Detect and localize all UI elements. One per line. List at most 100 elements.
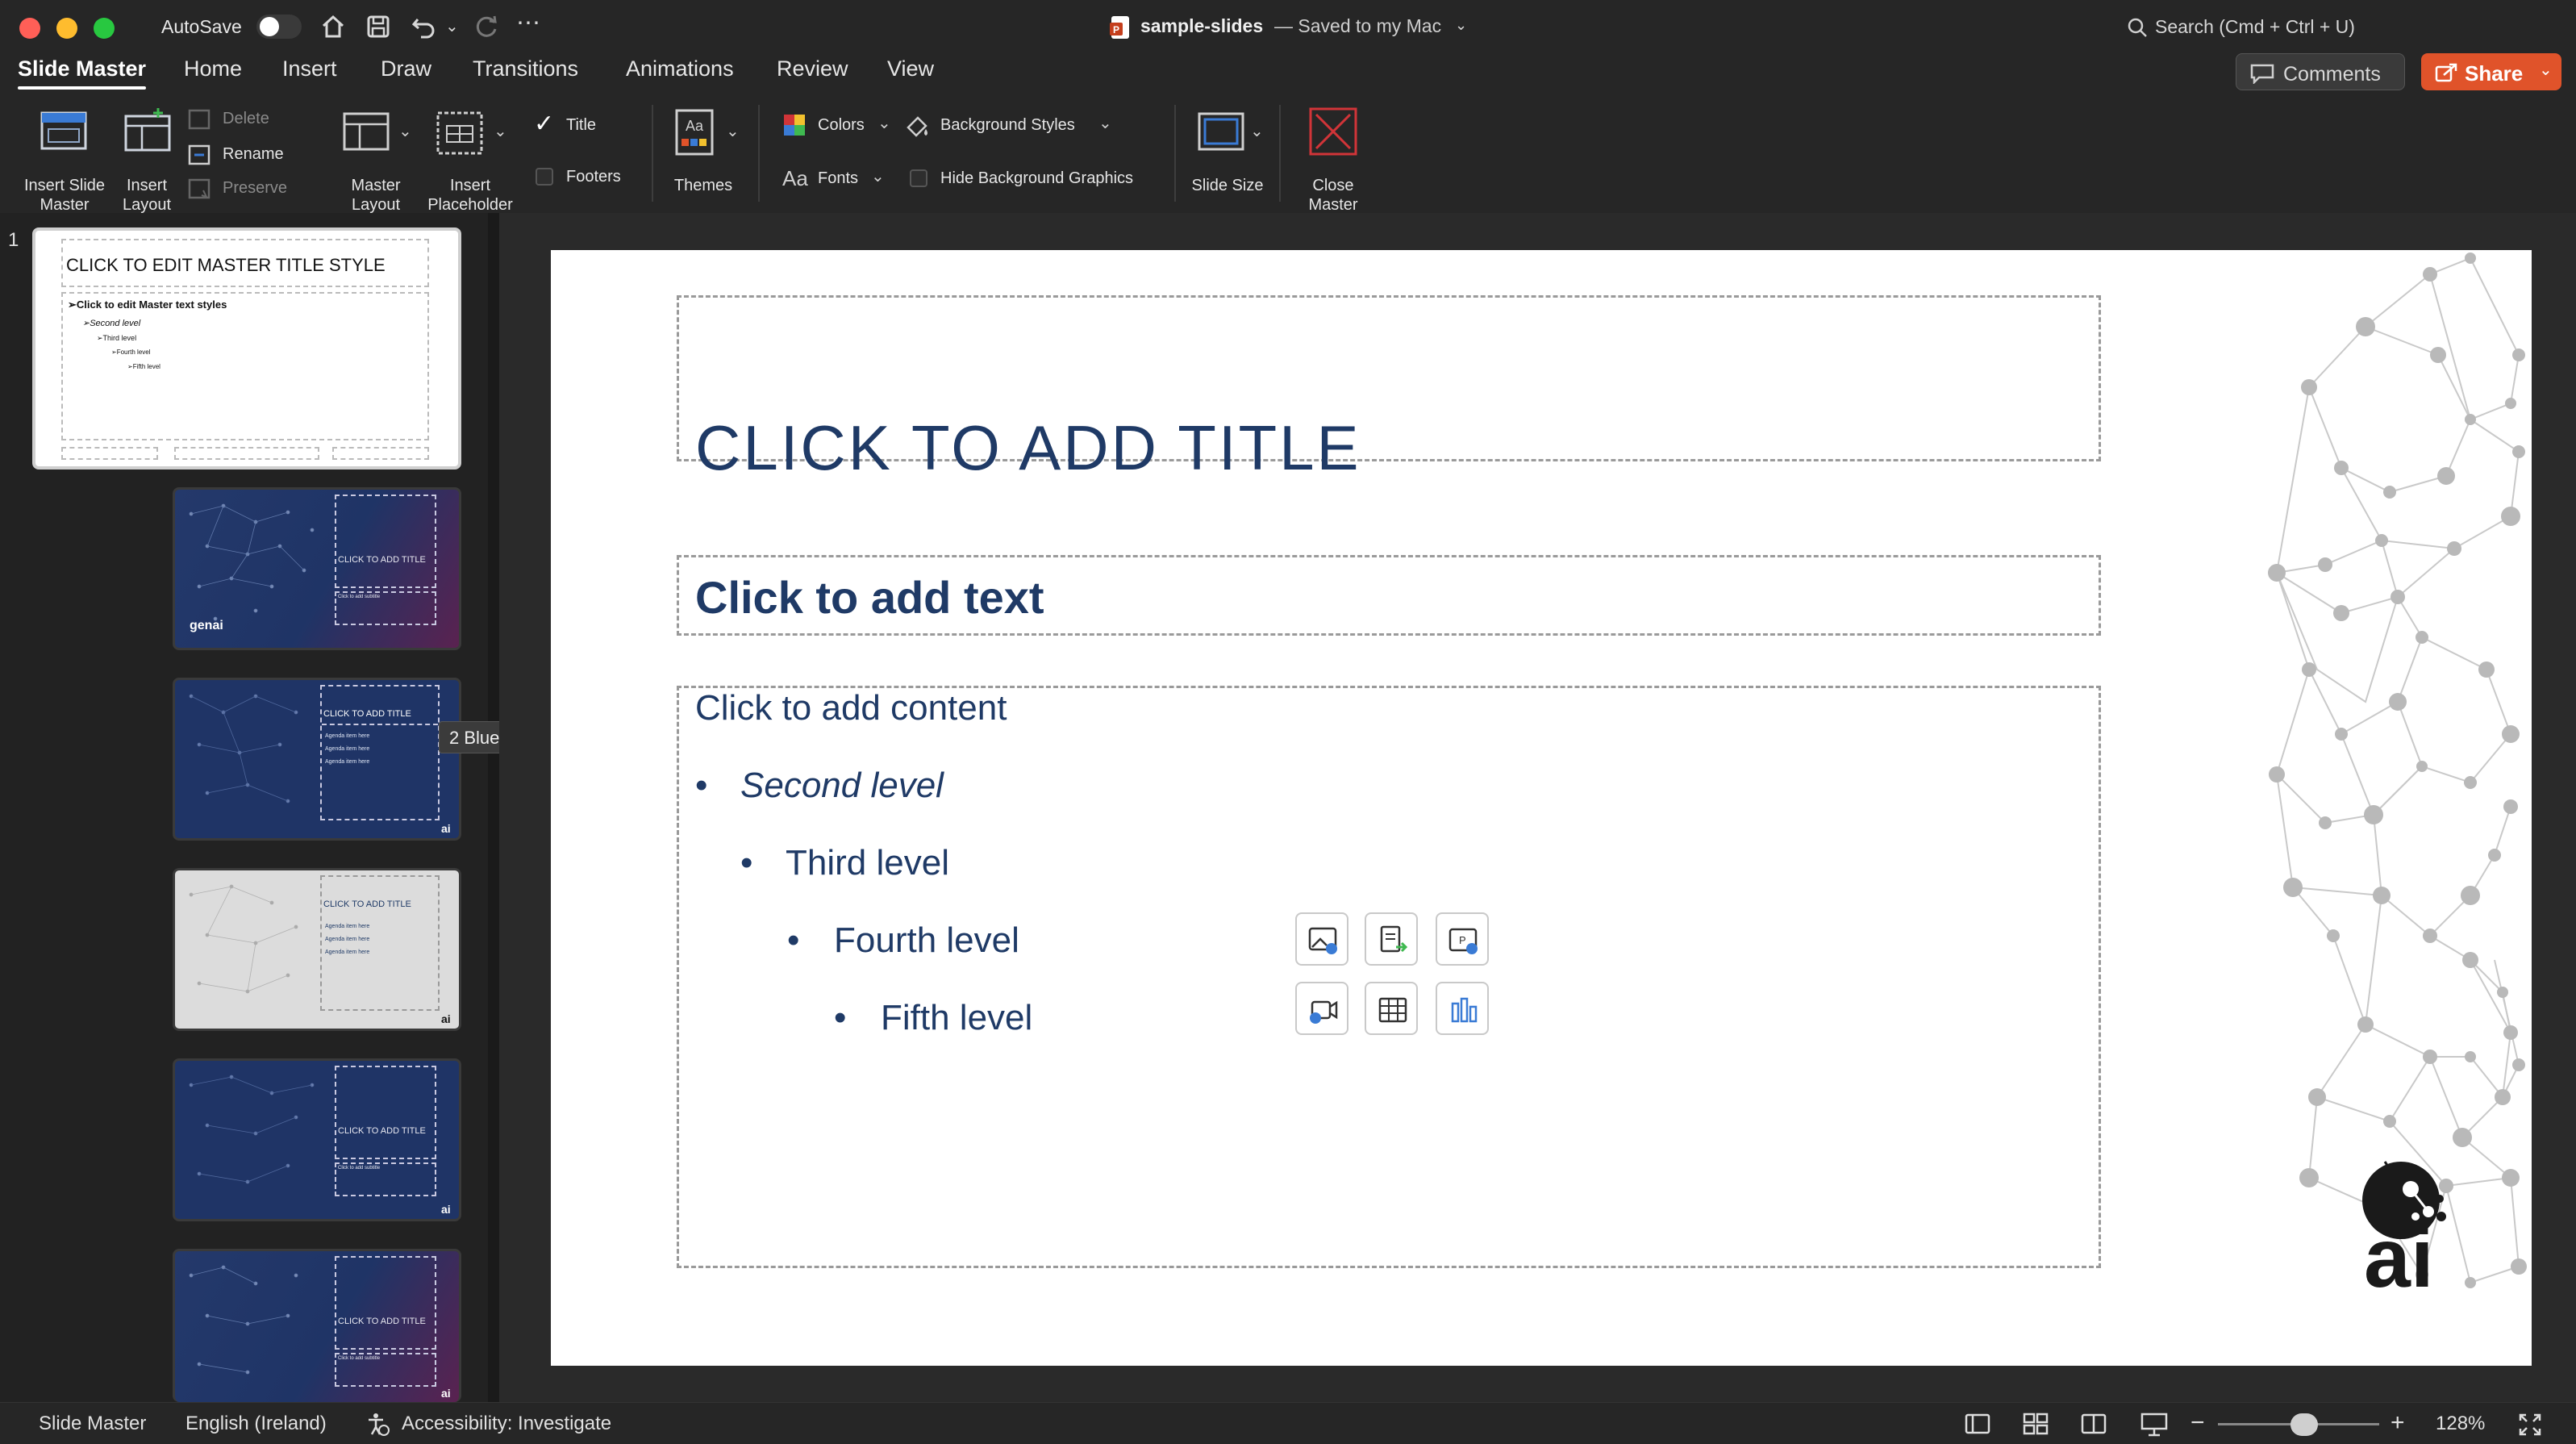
network-pattern <box>189 1265 298 1375</box>
content-level-4: • Fourth level <box>787 920 1019 960</box>
zoom-level[interactable]: 128% <box>2436 1413 2485 1435</box>
insert-slide-master-button[interactable]: Insert Slide Master <box>11 106 118 214</box>
insert-video-button[interactable] <box>1295 982 1348 1035</box>
fonts-button[interactable]: Aa Fonts ⌄ <box>781 165 895 192</box>
zoom-window-button[interactable] <box>94 18 115 39</box>
background-styles-button[interactable]: Background Styles ⌄ <box>903 111 1121 139</box>
tab-transitions[interactable]: Transitions <box>473 56 578 81</box>
table-icon <box>1378 997 1407 1023</box>
master-slide-thumbnail[interactable]: CLICK TO EDIT MASTER TITLE STYLE ➢Click … <box>32 227 461 470</box>
slide-master-layout[interactable]: CLICK TO ADD TITLE Click to add text Cli… <box>551 250 2532 1366</box>
slide-size-button[interactable]: ⌄ Slide Size <box>1189 106 1266 210</box>
document-arrow-icon <box>1380 925 1408 953</box>
close-window-button[interactable] <box>19 18 40 39</box>
master-slide-number: 1 <box>8 229 19 251</box>
master-layout-button[interactable]: ⌄ Master Layout <box>332 106 419 214</box>
slide-title: CLICK TO ADD TITLE <box>695 412 1361 483</box>
background-styles-chevron-icon: ⌄ <box>1098 115 1112 132</box>
search-box[interactable]: Search (Cmd + Ctrl + U) <box>2121 11 2541 44</box>
text-placeholder[interactable]: Click to add text <box>677 555 2101 636</box>
rename-button[interactable]: Rename <box>185 142 306 168</box>
undo-dropdown-chevron-icon[interactable]: ⌄ <box>445 15 459 39</box>
master-thumb-title: CLICK TO EDIT MASTER TITLE STYLE <box>66 255 386 275</box>
tab-review[interactable]: Review <box>777 56 848 81</box>
layout-thumbnail-3[interactable]: CLICK TO ADD TITLE Agenda item here Agen… <box>173 868 461 1031</box>
slide-sorter-icon[interactable] <box>2023 1413 2049 1435</box>
zoom-slider-thumb[interactable] <box>2290 1413 2318 1436</box>
home-icon[interactable] <box>319 13 347 40</box>
insert-stock-image-button[interactable]: P <box>1436 912 1489 966</box>
slide-size-icon <box>1198 112 1244 151</box>
themes-chevron-icon: ⌄ <box>726 123 740 140</box>
content-placeholder[interactable]: Click to add content • Second level • Thir… <box>677 686 2101 1268</box>
document-save-status: — Saved to my Mac <box>1274 15 1442 36</box>
tab-animations[interactable]: Animations <box>626 56 734 81</box>
layout-thumbnail-4[interactable]: CLICK TO ADD TITLE Click to add subtitle… <box>173 1058 461 1221</box>
insert-smartart-button[interactable] <box>1365 912 1418 966</box>
pane-splitter[interactable] <box>488 213 499 1402</box>
title-checkbox[interactable]: ✓ Title <box>532 111 629 137</box>
layout-thumbnail-5[interactable]: CLICK TO ADD TITLE Click to add subtitle… <box>173 1249 461 1402</box>
slide-show-icon[interactable] <box>2140 1413 2168 1437</box>
ai-logo-text: ai <box>2364 1212 2434 1305</box>
share-icon <box>2435 63 2457 82</box>
share-button[interactable]: Share ⌄ <box>2421 53 2561 90</box>
insert-slide-master-icon <box>40 111 87 150</box>
colors-chevron-icon: ⌄ <box>877 115 891 132</box>
ribbon-tabs: Slide Master Home Insert Draw Transition… <box>0 50 2576 92</box>
colors-button[interactable]: Colors ⌄ <box>781 111 895 139</box>
slide-subtitle: Click to add text <box>695 572 1044 623</box>
layout-2-agenda-2: Agenda item here <box>325 746 370 752</box>
genai-logo: genai <box>190 619 223 632</box>
themes-button[interactable]: Aa ⌄ Themes <box>663 106 744 210</box>
redo-icon[interactable] <box>473 13 500 40</box>
ribbon: Insert Slide Master Insert Layout Delete… <box>0 92 2576 214</box>
normal-view-icon[interactable] <box>1965 1413 1990 1435</box>
tab-slide-master[interactable]: Slide Master <box>18 56 147 90</box>
master-layout-chevron-icon: ⌄ <box>398 123 412 140</box>
reading-view-icon[interactable] <box>2081 1413 2107 1435</box>
save-icon[interactable] <box>365 13 392 40</box>
master-thumb-body: ➢Click to edit Master text styles <box>68 298 227 311</box>
footers-checkbox[interactable]: Footers <box>532 165 637 189</box>
more-options-icon[interactable]: ⋯ <box>516 11 540 35</box>
comment-icon <box>2250 64 2274 84</box>
autosave-toggle[interactable] <box>256 15 302 39</box>
footers-checkbox-box <box>536 168 553 186</box>
insert-table-button[interactable] <box>1365 982 1418 1035</box>
svg-text:P: P <box>1113 24 1119 35</box>
layout-thumbnail-2-blue-menu[interactable]: CLICK TO ADD TITLE Agenda item here Agen… <box>173 678 461 841</box>
status-accessibility[interactable]: Accessibility: Investigate <box>402 1413 611 1435</box>
master-thumb-level-2: ➢Second level <box>82 319 141 328</box>
undo-icon[interactable] <box>410 13 437 40</box>
hide-background-graphics-checkbox[interactable]: Hide Background Graphics <box>908 165 1166 192</box>
title-placeholder[interactable]: CLICK TO ADD TITLE <box>677 295 2101 480</box>
accessibility-icon <box>369 1413 390 1436</box>
layout-4-ai-logo: ai <box>441 1203 451 1216</box>
status-language[interactable]: English (Ireland) <box>185 1413 327 1435</box>
slide-size-chevron-icon: ⌄ <box>1250 123 1264 140</box>
insert-chart-button[interactable] <box>1436 982 1489 1035</box>
delete-button[interactable]: Delete <box>185 106 306 132</box>
content-level-1: Click to add content <box>695 688 1007 728</box>
layout-thumbnail-1[interactable]: CLICK TO ADD TITLE Click to add subtitle… <box>173 487 461 650</box>
master-layout-icon <box>343 112 390 151</box>
minimize-window-button[interactable] <box>56 18 77 39</box>
preserve-button[interactable]: Preserve <box>185 176 306 202</box>
tab-draw[interactable]: Draw <box>381 56 431 81</box>
tab-insert[interactable]: Insert <box>282 56 337 81</box>
zoom-in-icon[interactable]: + <box>2391 1409 2405 1437</box>
themes-icon: Aa <box>675 109 714 156</box>
fit-to-window-icon[interactable] <box>2518 1413 2542 1437</box>
layout-2-agenda-3: Agenda item here <box>325 759 370 765</box>
insert-placeholder-button[interactable]: ⌄ Insert Placeholder <box>419 106 521 214</box>
comments-button[interactable]: Comments <box>2236 53 2405 90</box>
zoom-out-icon[interactable]: − <box>2190 1409 2205 1437</box>
insert-layout-button[interactable]: Insert Layout <box>118 106 176 214</box>
close-master-button[interactable]: Close Master <box>1289 106 1378 214</box>
document-menu-chevron-icon[interactable]: ⌄ <box>1455 13 1467 37</box>
tab-home[interactable]: Home <box>184 56 242 81</box>
insert-picture-button[interactable] <box>1295 912 1348 966</box>
tab-view[interactable]: View <box>887 56 934 81</box>
insert-placeholder-icon <box>436 111 483 155</box>
